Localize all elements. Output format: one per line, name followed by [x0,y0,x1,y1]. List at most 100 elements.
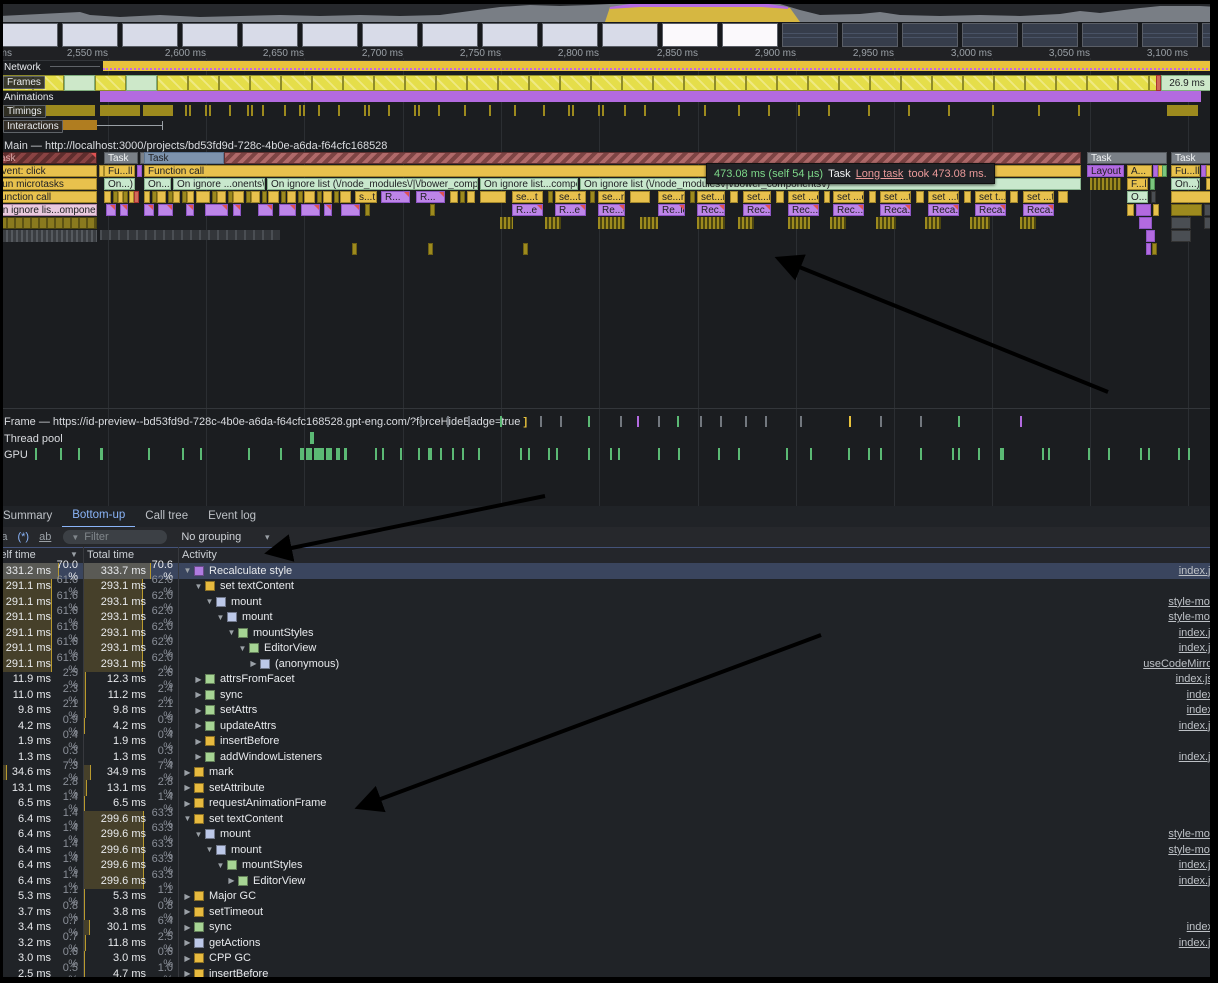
activity-name[interactable]: mount [242,611,273,623]
flame-block[interactable] [460,191,465,203]
flame-block[interactable]: Rec...le [697,204,725,216]
filmstrip-thumbnail[interactable] [1082,23,1138,47]
filmstrip-thumbnail[interactable] [182,23,238,47]
frame-block[interactable] [312,75,343,91]
column-separator[interactable] [178,547,179,983]
activity-name[interactable]: attrsFromFacet [220,673,295,685]
activity-name[interactable]: Major GC [209,890,256,902]
main-flame-chart[interactable]: TaskTaskTaskTaskTaskEvent: clickFu...llF… [0,152,1218,262]
flame-block[interactable] [428,243,433,255]
frame-block[interactable] [529,75,560,91]
activity-name[interactable]: set textContent [220,580,294,592]
flame-block[interactable] [545,217,561,229]
tab-event-log[interactable]: Event log [198,507,266,527]
table-row[interactable]: 3.7 ms0.8 %3.8 ms0.8 %▶setTimeout [0,904,1218,920]
activity-name[interactable]: setAttribute [209,782,265,794]
filter-input[interactable]: ▼ Filter [63,530,167,544]
flame-block[interactable] [450,191,458,203]
expand-caret-icon[interactable]: ▶ [183,783,192,792]
flame-block[interactable] [196,191,210,203]
frame-block[interactable] [467,75,498,91]
expand-caret-icon[interactable]: ▶ [194,690,203,699]
frame-block[interactable] [95,75,126,91]
flame-block[interactable]: Reca...yle [928,204,959,216]
expand-caret-icon[interactable]: ▶ [183,799,192,808]
flame-block[interactable] [630,191,650,203]
flame-block[interactable]: Task [144,152,224,164]
table-row[interactable]: 11.0 ms2.3 %11.2 ms2.4 %▶syncindex. [0,687,1218,703]
flame-block[interactable] [1058,191,1068,203]
thread-pool-header[interactable]: Thread pool [4,433,63,445]
flame-block[interactable] [106,204,116,216]
column-header-activity[interactable]: Activity [182,549,217,561]
expand-caret-icon[interactable]: ▶ [183,907,192,916]
table-row[interactable]: 4.2 ms0.9 %4.2 ms0.9 %▶updateAttrsindex.… [0,718,1218,734]
flame-block[interactable] [590,191,595,203]
filmstrip-thumbnail[interactable] [602,23,658,47]
table-row[interactable]: 291.1 ms61.6 %293.1 ms62.0 %▼mountStyles… [0,625,1218,641]
flame-block[interactable]: Rec...yle [788,204,819,216]
track-label-timings[interactable]: Timings [3,105,46,118]
activity-name[interactable]: mark [209,766,233,778]
flame-block[interactable] [1127,204,1134,216]
flame-block[interactable] [341,204,360,216]
frame-block[interactable] [963,75,994,91]
flame-block[interactable] [1171,230,1191,242]
column-header-total-time[interactable]: Total time [87,549,134,561]
flame-block[interactable]: Event: click [0,165,97,177]
flame-block[interactable] [334,191,339,203]
collapse-caret-icon[interactable]: ▼ [216,861,225,870]
flame-block[interactable]: R... [381,191,410,203]
flame-block[interactable] [500,217,513,229]
flame-block[interactable] [217,191,226,203]
flame-block[interactable]: Rec...yle [833,204,864,216]
table-row[interactable]: 291.1 ms61.6 %293.1 ms62.0 %▶(anonymous)… [0,656,1218,672]
table-row[interactable]: 9.8 ms2.1 %9.8 ms2.1 %▶setAttrsindex. [0,703,1218,719]
filmstrip-thumbnail[interactable] [362,23,418,47]
track-label-network[interactable]: Network [4,62,41,73]
activity-name[interactable]: mount [231,596,262,608]
activity-name[interactable]: requestAnimationFrame [209,797,326,809]
activity-name[interactable]: sync [209,921,232,933]
frame-block[interactable] [932,75,963,91]
flame-block[interactable] [738,217,754,229]
table-row[interactable]: 6.4 ms1.4 %299.6 ms63.3 %▼mountstyle-mod [0,842,1218,858]
activity-name[interactable]: EditorView [264,642,316,654]
table-row[interactable]: 6.5 ms1.4 %6.5 ms1.4 %▶requestAnimationF… [0,796,1218,812]
frame-block[interactable] [746,75,777,91]
table-row[interactable]: 6.4 ms1.4 %299.6 ms63.3 %▼mountStylesind… [0,858,1218,874]
filmstrip-thumbnail[interactable] [962,23,1018,47]
sort-caret-icon[interactable]: ▼ [70,550,78,559]
frame-block[interactable] [653,75,684,91]
expand-caret-icon[interactable]: ▶ [249,659,258,668]
collapse-caret-icon[interactable]: ▼ [194,830,203,839]
activity-name[interactable]: set textContent [209,813,283,825]
collapse-caret-icon[interactable]: ▼ [205,845,214,854]
filmstrip-thumbnail[interactable] [842,23,898,47]
track-label-animations[interactable]: Animations [4,92,53,103]
flame-block[interactable] [776,191,784,203]
flame-block[interactable]: se...t [555,191,586,203]
frame-block[interactable] [343,75,374,91]
activity-name[interactable]: mount [220,828,251,840]
flame-block[interactable] [258,204,273,216]
table-row[interactable]: 5.3 ms1.1 %5.3 ms1.1 %▶Major GC [0,889,1218,905]
flame-block[interactable] [0,230,97,242]
grouping-select[interactable]: No grouping [181,531,241,543]
frame-block[interactable] [436,75,467,91]
flame-block[interactable] [173,191,180,203]
frame-block[interactable] [498,75,529,91]
table-row[interactable]: 11.9 ms2.5 %12.3 ms2.6 %▶attrsFromFaceti… [0,672,1218,688]
frame-block[interactable] [870,75,901,91]
expand-caret-icon[interactable]: ▶ [194,752,203,761]
flame-block[interactable]: F...l [1127,178,1148,190]
flame-block[interactable] [1153,204,1159,216]
flame-block[interactable] [298,191,303,203]
flame-block[interactable] [123,191,128,203]
flame-block[interactable]: Run microtasks [0,178,97,190]
flame-block[interactable] [830,217,846,229]
flame-block[interactable]: set...nt [697,191,725,203]
frame-duration-badge[interactable]: 26.9 ms [1161,75,1213,91]
expand-caret-icon[interactable]: ▶ [194,706,203,715]
column-header-self-time[interactable]: Self time [0,549,36,561]
